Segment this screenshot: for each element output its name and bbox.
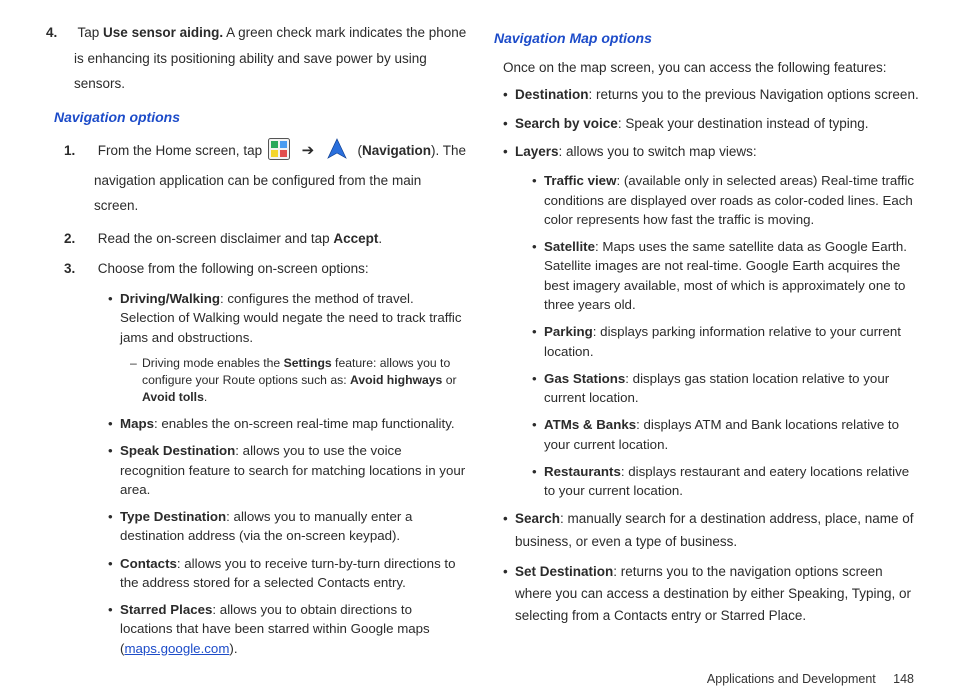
bullet-driving-walking: Driving/Walking: configures the method o…: [108, 289, 468, 347]
sub-title: ATMs & Banks: [544, 417, 636, 432]
bullet-starred-places: Starred Places: allows you to obtain dir…: [108, 600, 468, 658]
dot: .: [378, 231, 382, 246]
step-number: 1.: [64, 139, 94, 164]
maps-google-link[interactable]: maps.google.com: [124, 641, 229, 656]
step-number: 4.: [46, 20, 74, 46]
step2-text: Read the on-screen disclaimer and tap: [98, 231, 334, 246]
sub-traffic-view: Traffic view: (available only in selecte…: [532, 171, 920, 229]
sub-gas-stations: Gas Stations: displays gas station locat…: [532, 369, 920, 408]
step-1: 1. From the Home screen, tap ➔: [94, 137, 468, 219]
bullet-title: Search by voice: [515, 116, 618, 131]
sub-title: Parking: [544, 324, 593, 339]
step-bold: Use sensor aiding.: [103, 25, 223, 40]
bullet-text: : allows you to switch map views:: [559, 144, 757, 159]
bullet-maps: Maps: enables the on-screen real-time ma…: [108, 414, 468, 433]
sub-title: Gas Stations: [544, 371, 625, 386]
apps-grid-icon: [268, 138, 290, 169]
bullet-search: Search: manually search for a destinatio…: [503, 508, 920, 553]
bullet-title: Starred Places: [120, 602, 212, 617]
bullet-title: Set Destination: [515, 564, 613, 579]
sub-restaurants: Restaurants: displays restaurant and eat…: [532, 462, 920, 501]
sub-title: Satellite: [544, 239, 595, 254]
bullet-type-destination: Type Destination: allows you to manually…: [108, 507, 468, 546]
bullet-title: Contacts: [120, 556, 177, 571]
avoid-highways: Avoid highways: [350, 373, 442, 387]
settings-bold: Settings: [284, 356, 332, 370]
sub-text: : Maps uses the same satellite data as G…: [544, 239, 907, 312]
bullet-set-destination: Set Destination: returns you to the navi…: [503, 561, 920, 628]
bullet-title: Destination: [515, 87, 589, 102]
step-2: 2. Read the on-screen disclaimer and tap…: [94, 229, 468, 249]
arrow-icon: ➔: [302, 141, 315, 159]
dash-pre: Driving mode enables the: [142, 356, 284, 370]
heading-navigation-map-options: Navigation Map options: [494, 28, 920, 50]
step3-text: Choose from the following on-screen opti…: [98, 261, 369, 276]
options-bullet-list-cont: Maps: enables the on-screen real-time ma…: [108, 414, 468, 658]
sub-atms-banks: ATMs & Banks: displays ATM and Bank loca…: [532, 415, 920, 454]
intro-text: Once on the map screen, you can access t…: [503, 58, 920, 79]
bullet-search-by-voice: Search by voice: Speak your destination …: [503, 114, 920, 135]
footer-page-number: 148: [893, 672, 914, 686]
accept-label: Accept: [333, 231, 378, 246]
bullet-title: Maps: [120, 416, 154, 431]
sub-title: Traffic view: [544, 173, 616, 188]
navigation-label: Navigation: [362, 143, 431, 158]
bullet-text: : manually search for a destination addr…: [515, 511, 913, 548]
bullet-title: Layers: [515, 144, 559, 159]
sub-parking: Parking: displays parking information re…: [532, 322, 920, 361]
sub-title: Restaurants: [544, 464, 621, 479]
two-column-layout: 4. Tap Use sensor aiding. A green check …: [36, 20, 920, 666]
options-bullet-list: Driving/Walking: configures the method o…: [108, 289, 468, 347]
step1-part1: From the Home screen, tap: [98, 143, 266, 158]
bullet-title: Search: [515, 511, 560, 526]
layers-sub-list: Traffic view: (available only in selecte…: [532, 171, 920, 500]
step-number: 2.: [64, 229, 94, 249]
avoid-tolls: Avoid tolls: [142, 390, 204, 404]
bullet-title: Type Destination: [120, 509, 226, 524]
heading-navigation-options: Navigation options: [54, 107, 468, 129]
left-column: 4. Tap Use sensor aiding. A green check …: [36, 20, 468, 666]
document-page: 4. Tap Use sensor aiding. A green check …: [0, 0, 954, 636]
bullet-destination: Destination: returns you to the previous…: [503, 85, 920, 106]
bullet-contacts: Contacts: allows you to receive turn-by-…: [108, 554, 468, 593]
bullet-text: : Speak your destination instead of typi…: [618, 116, 869, 131]
step-text-pre: Tap: [78, 25, 104, 40]
dash-or: or: [442, 373, 456, 387]
bullet-text: : returns you to the previous Navigation…: [589, 87, 919, 102]
bullet-end: ).: [229, 641, 237, 656]
sub-text: : displays parking information relative …: [544, 324, 901, 358]
bullet-speak-destination: Speak Destination: allows you to use the…: [108, 441, 468, 499]
bullet-title: Speak Destination: [120, 443, 235, 458]
sub-bullet-driving-mode: Driving mode enables the Settings featur…: [130, 355, 468, 406]
footer-section: Applications and Development: [707, 672, 876, 686]
dash-dot: .: [204, 390, 207, 404]
page-footer: Applications and Development 148: [36, 670, 920, 689]
step-number: 3.: [64, 259, 94, 279]
step-3: 3. Choose from the following on-screen o…: [94, 259, 468, 279]
step-4: 4. Tap Use sensor aiding. A green check …: [74, 20, 468, 97]
bullet-layers: Layers: allows you to switch map views:: [503, 142, 920, 163]
right-column: Navigation Map options Once on the map s…: [488, 20, 920, 666]
bullet-title: Driving/Walking: [120, 291, 220, 306]
bullet-text: : enables the on-screen real-time map fu…: [154, 416, 455, 431]
sub-satellite: Satellite: Maps uses the same satellite …: [532, 237, 920, 314]
navigation-arrow-icon: [326, 138, 348, 169]
